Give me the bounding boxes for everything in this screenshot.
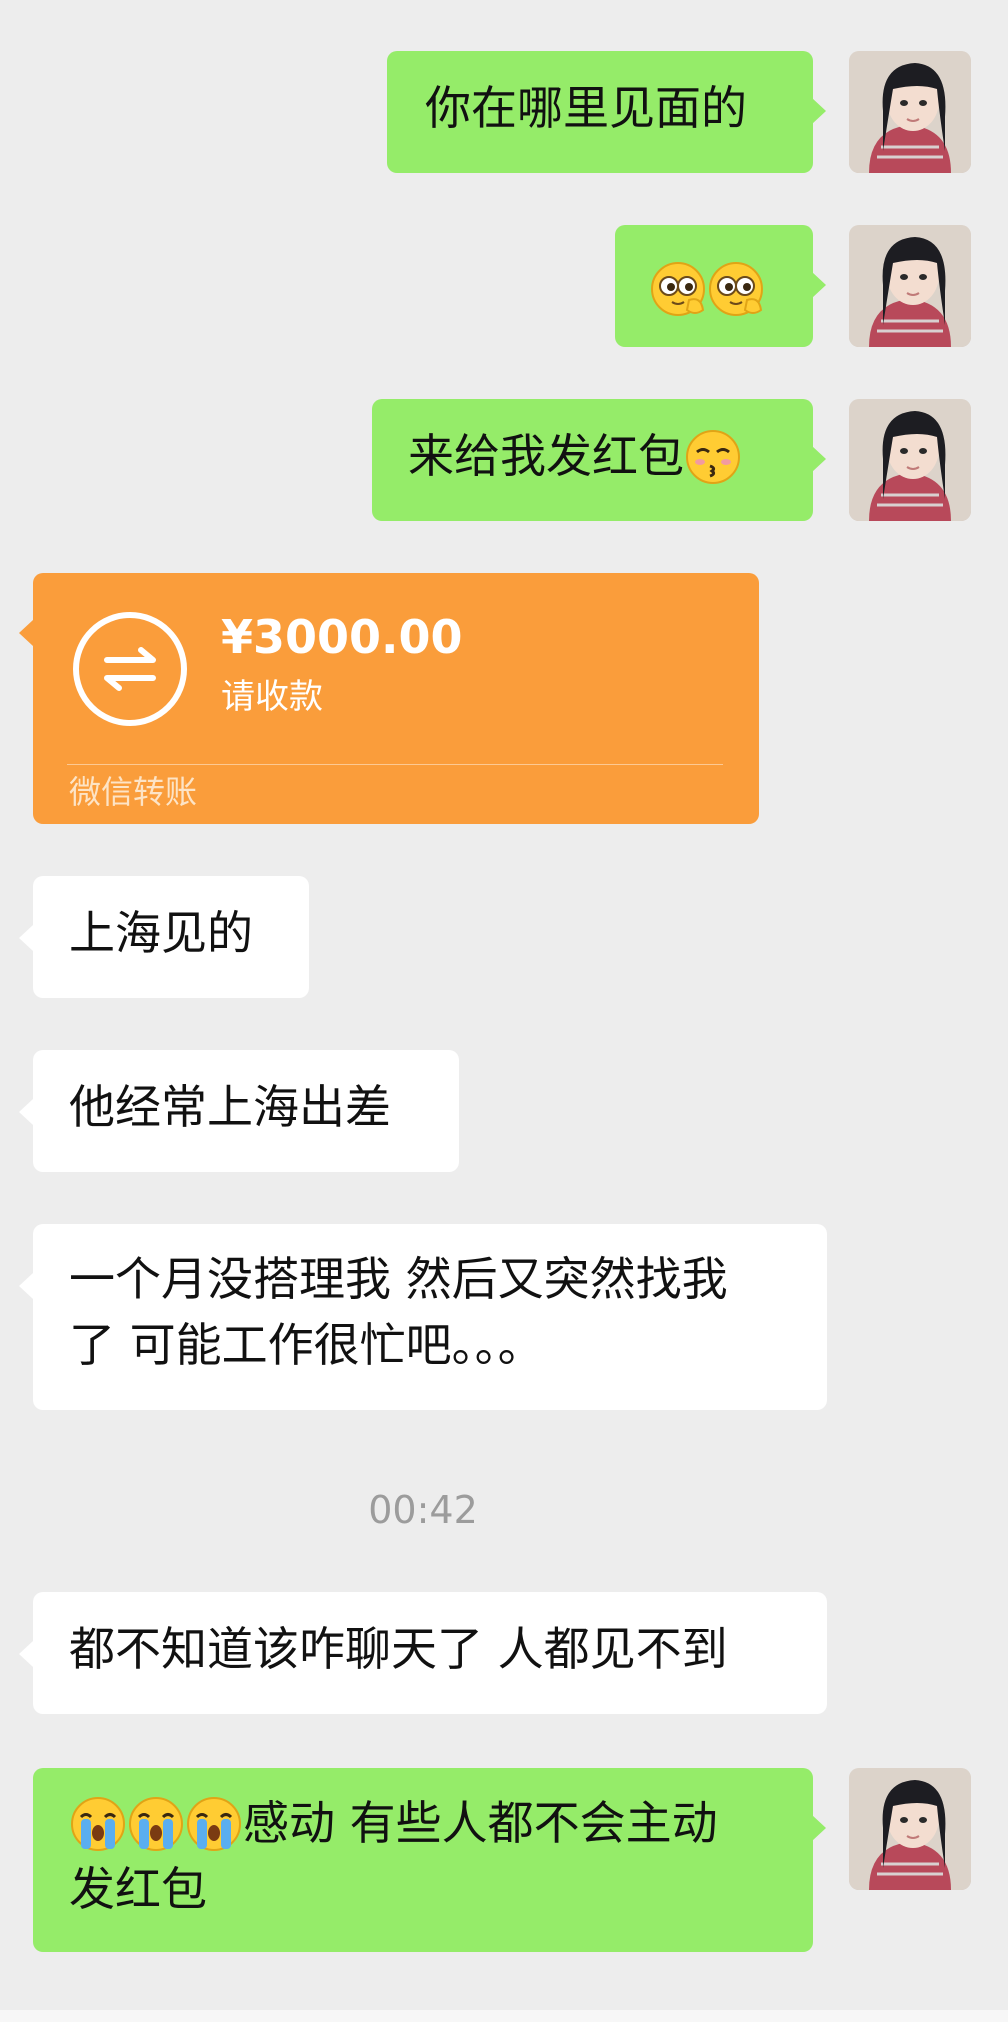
message-text: 你在哪里见面的 xyxy=(425,81,747,135)
sent-message-bubble[interactable]: 来给我发红包 xyxy=(372,399,813,521)
message-text: 上海见的 xyxy=(69,906,253,960)
bubble-tail xyxy=(812,272,826,298)
sent-message-bubble[interactable]: 你在哪里见面的 xyxy=(387,51,813,173)
message-timestamp: 00:42 xyxy=(368,1488,478,1532)
transfer-status: 请收款 xyxy=(221,677,323,717)
avatar-image xyxy=(849,51,971,173)
peek-emoji-icon xyxy=(649,260,707,318)
bubble-tail xyxy=(19,1099,33,1125)
crying-emoji-icon xyxy=(69,1795,127,1853)
message-text-line: 一个月没搭理我 然后又突然找我 xyxy=(69,1252,728,1306)
message-text-line: 发红包 xyxy=(69,1862,207,1916)
bubble-tail xyxy=(812,1815,826,1841)
message-text-line: 感动 有些人都不会主动 xyxy=(69,1790,813,1856)
bubble-tail xyxy=(19,1273,33,1299)
received-message-bubble[interactable]: 上海见的 xyxy=(33,876,309,998)
bubble-tail xyxy=(812,446,826,472)
avatar[interactable] xyxy=(849,399,971,521)
message-text: 来给我发红包 xyxy=(408,429,684,483)
bubble-tail xyxy=(19,1641,33,1667)
avatar[interactable] xyxy=(849,225,971,347)
received-message-bubble[interactable]: 一个月没搭理我 然后又突然找我 了 可能工作很忙吧。。。 xyxy=(33,1224,827,1410)
avatar-image xyxy=(849,399,971,521)
kiss-emoji-icon xyxy=(684,428,742,486)
transfer-arrows-icon xyxy=(73,612,187,726)
crying-emoji-icon xyxy=(185,1795,243,1853)
avatar[interactable] xyxy=(849,1768,971,1890)
avatar-image xyxy=(849,225,971,347)
message-text: 感动 有些人都不会主动 xyxy=(243,1796,718,1850)
bubble-tail xyxy=(19,925,33,951)
wechat-transfer-card[interactable]: ¥3000.00 请收款 微信转账 xyxy=(33,573,759,824)
received-message-bubble[interactable]: 他经常上海出差 xyxy=(33,1050,459,1172)
transfer-label: 微信转账 xyxy=(69,773,198,811)
received-message-bubble[interactable]: 都不知道该咋聊天了 人都见不到 xyxy=(33,1592,827,1714)
divider xyxy=(67,764,723,765)
avatar-image xyxy=(849,1768,971,1890)
sent-message-bubble[interactable] xyxy=(615,225,813,347)
bubble-tail xyxy=(19,620,33,646)
bubble-tail xyxy=(812,98,826,124)
message-text: 都不知道该咋聊天了 人都见不到 xyxy=(69,1622,728,1676)
crying-emoji-icon xyxy=(127,1795,185,1853)
sent-message-bubble[interactable]: 感动 有些人都不会主动 发红包 xyxy=(33,1768,813,1952)
input-bar-edge xyxy=(0,2010,1008,2022)
transfer-amount: ¥3000.00 xyxy=(221,610,463,664)
peek-emoji-icon xyxy=(707,260,765,318)
avatar[interactable] xyxy=(849,51,971,173)
message-text-line: 了 可能工作很忙吧。。。 xyxy=(69,1318,544,1372)
message-text: 他经常上海出差 xyxy=(69,1080,391,1134)
